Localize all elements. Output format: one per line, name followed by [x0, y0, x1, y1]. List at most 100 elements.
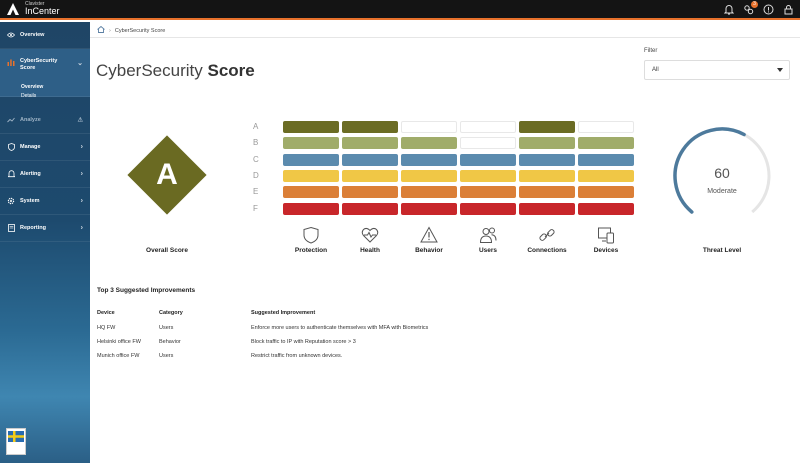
sidebar: Overview CyberSecurity Score ⌄ Overview …: [0, 22, 90, 463]
grade-row-label: C: [253, 154, 259, 164]
devices-icon: [598, 227, 614, 244]
grade-cell: [578, 202, 634, 215]
top-bar: Clavister InCenter 3: [0, 0, 800, 20]
warning-icon: ⚠: [77, 117, 83, 124]
column-header-category: Category: [159, 310, 183, 316]
users-icon: [479, 227, 497, 243]
grade-cell: [283, 186, 339, 199]
category-label[interactable]: Users: [458, 247, 518, 254]
sidebar-item-system[interactable]: System ›: [0, 188, 90, 215]
table-cell-improvement: Enforce more users to authenticate thems…: [251, 325, 429, 331]
grade-cell: [342, 137, 398, 150]
table-cell-improvement: Block traffic to IP with Reputation scor…: [251, 339, 356, 345]
grade-cell: [519, 153, 575, 166]
sidebar-item-label: Overview: [20, 32, 45, 38]
grade-cell: [519, 169, 575, 182]
filter-label: Filter: [644, 48, 658, 54]
chevron-right-icon: ›: [80, 197, 83, 205]
table-cell-device: Munich office FW: [97, 353, 140, 359]
category-label[interactable]: Devices: [576, 247, 636, 254]
breadcrumb-divider: [90, 37, 800, 38]
filter-dropdown[interactable]: All: [644, 60, 790, 80]
sidebar-item-label: Alerting: [20, 171, 41, 177]
shield-icon: [303, 226, 319, 244]
sidebar-item-alerting[interactable]: Alerting ›: [0, 161, 90, 188]
caret-down-icon: [777, 68, 783, 72]
chevron-right-icon: ›: [80, 143, 83, 151]
grade-cell: [283, 153, 339, 166]
grade-cell: [342, 186, 398, 199]
threat-level-text: Moderate: [707, 188, 737, 195]
grade-cell: [460, 121, 516, 133]
grade-row-label: B: [253, 138, 259, 148]
sweden-flag-icon: [6, 428, 26, 455]
warning-triangle-icon: [420, 226, 438, 243]
grade-row-label: E: [253, 187, 259, 197]
bell-icon: [7, 170, 15, 178]
category-label[interactable]: Behavior: [399, 247, 459, 254]
grade-cell: [460, 137, 516, 150]
grade-cell: [401, 121, 457, 133]
grade-cell: [578, 137, 634, 150]
grade-cell: [283, 169, 339, 182]
grade-cell: [342, 169, 398, 182]
grade-cell: [519, 202, 575, 215]
overall-score-grade: A: [156, 158, 178, 191]
logo-mark-icon: [6, 2, 20, 16]
bar-chart-icon: [7, 58, 15, 66]
home-icon[interactable]: [97, 25, 105, 35]
breadcrumb: › CyberSecurity Score: [97, 24, 165, 37]
sidebar-subitem-overview[interactable]: Overview: [0, 83, 43, 92]
sidebar-item-overview[interactable]: Overview: [0, 22, 90, 49]
notification-bell-icon[interactable]: [723, 3, 734, 15]
sidebar-item-analyze[interactable]: Analyze ⚠: [0, 107, 90, 134]
trend-line-icon: [7, 116, 15, 124]
threat-level-value: 60: [714, 165, 730, 181]
grade-cell: [460, 169, 516, 182]
grade-cell: [519, 121, 575, 133]
notification-badge: 3: [751, 1, 758, 8]
sidebar-item-label: CyberSecurity Score: [20, 58, 58, 71]
eye-icon: [7, 31, 15, 39]
user-account-icon[interactable]: [783, 3, 794, 15]
improvements-title: Top 3 Suggested Improvements: [97, 287, 196, 294]
grade-cell: [460, 202, 516, 215]
grade-cell: [460, 153, 516, 166]
sidebar-item-label: System: [20, 198, 40, 204]
category-label[interactable]: Health: [340, 247, 400, 254]
table-cell-category: Users: [159, 325, 174, 331]
sidebar-subitem-details[interactable]: Details: [0, 92, 36, 101]
overall-score-badge: A: [127, 135, 207, 215]
sidebar-item-label: Reporting: [20, 225, 46, 231]
heart-pulse-icon: [361, 227, 379, 243]
column-header-improvement: Suggested Improvement: [251, 310, 316, 316]
filter-value: All: [652, 67, 659, 73]
grade-cell: [342, 153, 398, 166]
grade-cell: [401, 202, 457, 215]
overall-score-label: Overall Score: [146, 247, 188, 254]
category-label[interactable]: Connections: [517, 247, 577, 254]
grade-cell: [460, 186, 516, 199]
breadcrumb-current: CyberSecurity Score: [114, 27, 166, 34]
sidebar-item-reporting[interactable]: Reporting ›: [0, 215, 90, 242]
tasks-icon[interactable]: 3: [743, 1, 758, 15]
category-label[interactable]: Protection: [281, 247, 341, 254]
grade-row-label: D: [253, 170, 259, 180]
grade-cell: [519, 137, 575, 150]
gear-icon: [7, 197, 15, 205]
report-icon: [7, 224, 15, 232]
table-cell-category: Users: [159, 353, 174, 359]
sidebar-item-manage[interactable]: Manage ›: [0, 134, 90, 161]
grade-cell: [342, 121, 398, 133]
help-icon[interactable]: [763, 3, 774, 15]
page-title: CyberSecurity Score: [96, 61, 255, 81]
link-icon: [539, 229, 555, 241]
app-logo[interactable]: Clavister InCenter: [0, 0, 60, 19]
table-cell-category: Behavior: [159, 339, 181, 345]
grade-cell: [283, 202, 339, 215]
grade-cell: [401, 186, 457, 199]
column-header-device: Device: [97, 310, 115, 316]
page-title-bold: Score: [207, 61, 255, 80]
grade-cell: [578, 186, 634, 199]
grade-cell: [578, 153, 634, 166]
